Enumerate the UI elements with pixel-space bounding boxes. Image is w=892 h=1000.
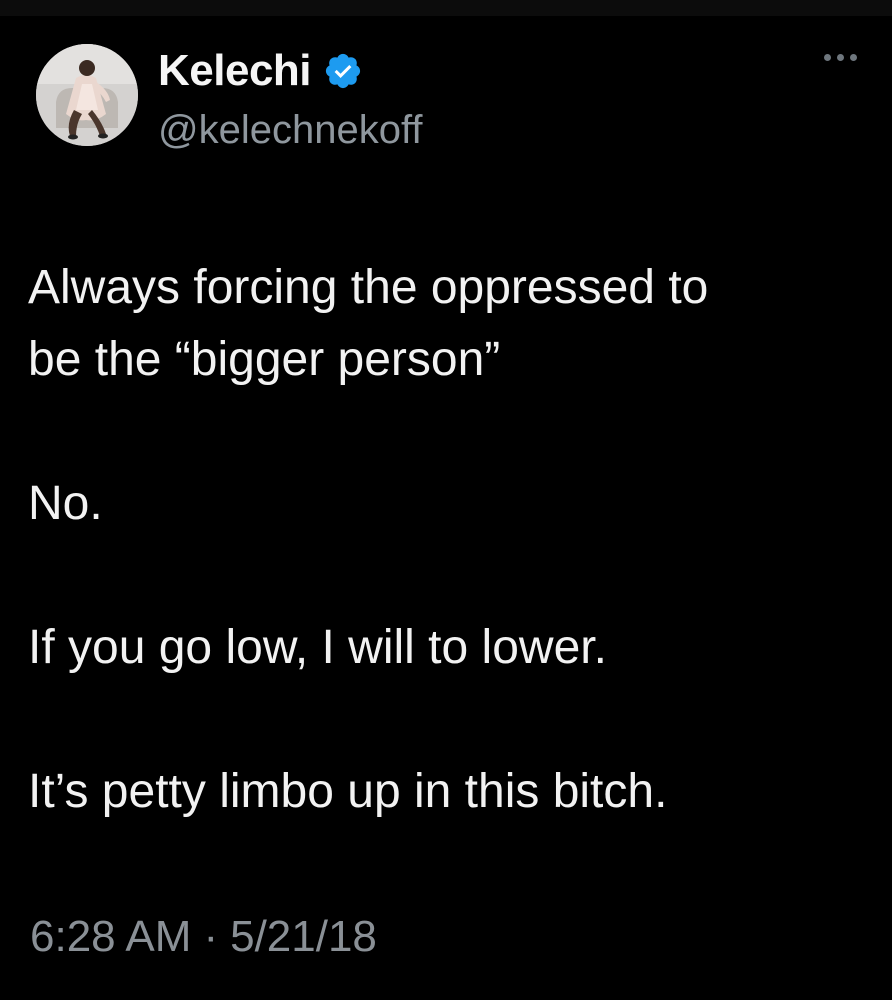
author-name-row[interactable]: Kelechi bbox=[158, 44, 363, 98]
author-display-name[interactable]: Kelechi bbox=[158, 46, 312, 96]
avatar[interactable] bbox=[36, 44, 138, 146]
tweet-timestamp[interactable]: 6:28 AM · 5/21/18 bbox=[30, 912, 377, 962]
tweet-body: Always forcing the oppressed to be the “… bbox=[28, 252, 868, 828]
timestamp-separator: · bbox=[203, 912, 219, 961]
tweet-text-line: be the “bigger person” bbox=[28, 333, 501, 386]
tweet-text-line: If you go low, I will to lower. bbox=[28, 621, 607, 674]
tweet: Kelechi @kelechnekoff Always forcing the… bbox=[0, 0, 892, 1000]
more-dot bbox=[824, 54, 831, 61]
author-handle[interactable]: @kelechnekoff bbox=[158, 108, 422, 153]
more-horizontal-icon[interactable] bbox=[824, 54, 857, 61]
tweet-text-line: It’s petty limbo up in this bitch. bbox=[28, 765, 668, 818]
tweet-text-line: Always forcing the oppressed to bbox=[28, 261, 709, 314]
tweet-time: 6:28 AM bbox=[30, 912, 192, 961]
tweet-text-line: No. bbox=[28, 477, 103, 530]
avatar-image bbox=[36, 44, 138, 146]
tweet-date: 5/21/18 bbox=[230, 912, 377, 961]
more-dot bbox=[837, 54, 844, 61]
verified-badge-icon bbox=[323, 51, 363, 91]
more-dot bbox=[850, 54, 857, 61]
